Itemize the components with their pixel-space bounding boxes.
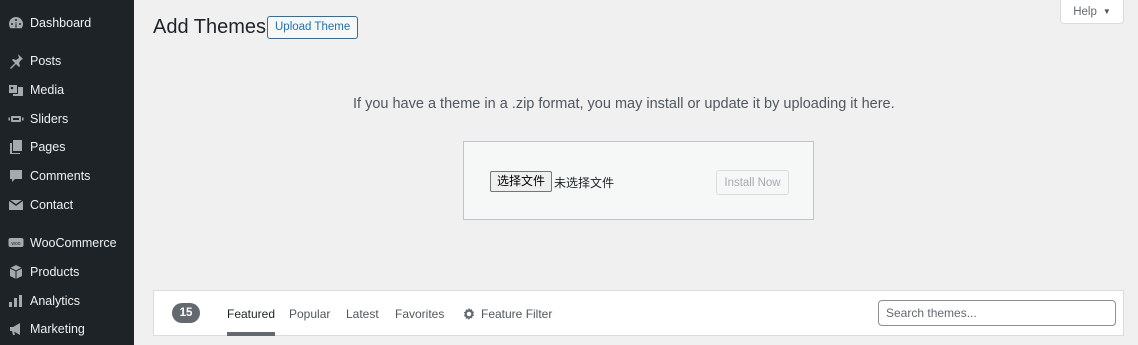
pages-icon [0, 139, 30, 155]
sidebar-item-label: Sliders [30, 112, 69, 126]
dashboard-icon [0, 15, 30, 31]
sidebar-item-media[interactable]: Media [0, 76, 134, 104]
page-title: Add Themes [153, 16, 267, 38]
help-tab-button[interactable]: Help ▼ [1060, 0, 1124, 24]
theme-filter-bar: 15 Featured Popular Latest Favorites Fea… [153, 290, 1124, 336]
sidebar-item-pages[interactable]: Pages [0, 133, 134, 161]
mail-icon [0, 197, 30, 213]
sidebar-item-label: Comments [30, 169, 91, 183]
sidebar-item-analytics[interactable]: Analytics [0, 287, 134, 315]
help-label: Help [1073, 5, 1097, 18]
choose-file-button[interactable]: 选择文件 [490, 171, 553, 192]
upload-theme-button[interactable]: Upload Theme [267, 16, 359, 39]
bar-chart-icon [0, 293, 30, 309]
feature-filter-button[interactable]: Feature Filter [463, 291, 552, 336]
media-icon [0, 82, 30, 98]
sidebar-item-label: Contact [30, 198, 74, 212]
theme-count-badge: 15 [172, 303, 200, 323]
sidebar-item-label: Marketing [30, 322, 85, 336]
comment-icon [0, 168, 30, 184]
file-status-text: 未选择文件 [554, 176, 615, 190]
filter-popular[interactable]: Popular [289, 291, 330, 336]
sidebar-item-woocommerce[interactable]: woo WooCommerce [0, 229, 134, 257]
upload-description: If you have a theme in a .zip format, yo… [353, 96, 895, 112]
feature-filter-label: Feature Filter [481, 306, 553, 321]
filter-featured[interactable]: Featured [227, 291, 276, 336]
sidebar-item-label: Dashboard [30, 16, 92, 30]
search-themes-input[interactable] [878, 300, 1116, 326]
box-icon [0, 264, 30, 280]
sidebar-item-sliders[interactable]: Sliders [0, 105, 134, 133]
sidebar-item-products[interactable]: Products [0, 258, 134, 286]
admin-sidebar: Dashboard Posts Media Sliders Pages Comm… [0, 0, 134, 345]
svg-text:woo: woo [11, 241, 20, 247]
pin-icon [0, 53, 30, 69]
sidebar-item-marketing[interactable]: Marketing [0, 315, 134, 343]
woo-icon: woo [0, 235, 30, 251]
slider-icon [0, 111, 30, 127]
sidebar-item-label: Media [30, 83, 65, 97]
sidebar-item-posts[interactable]: Posts [0, 47, 134, 75]
sidebar-item-label: Pages [30, 140, 66, 154]
sidebar-item-label: Products [30, 265, 80, 279]
sidebar-item-label: Posts [30, 54, 62, 68]
sidebar-item-contact[interactable]: Contact [0, 191, 134, 219]
install-now-button[interactable]: Install Now [716, 170, 789, 195]
megaphone-icon [0, 321, 30, 337]
sidebar-item-comments[interactable]: Comments [0, 162, 134, 190]
sidebar-item-label: Analytics [30, 294, 81, 308]
caret-down-icon: ▼ [1102, 7, 1111, 16]
filter-favorites[interactable]: Favorites [395, 291, 444, 336]
sidebar-item-dashboard[interactable]: Dashboard [0, 9, 134, 37]
sidebar-item-label: WooCommerce [30, 236, 117, 250]
upload-form: 选择文件 未选择文件 Install Now [463, 141, 814, 220]
filter-latest[interactable]: Latest [346, 291, 379, 336]
gear-icon [463, 307, 475, 320]
